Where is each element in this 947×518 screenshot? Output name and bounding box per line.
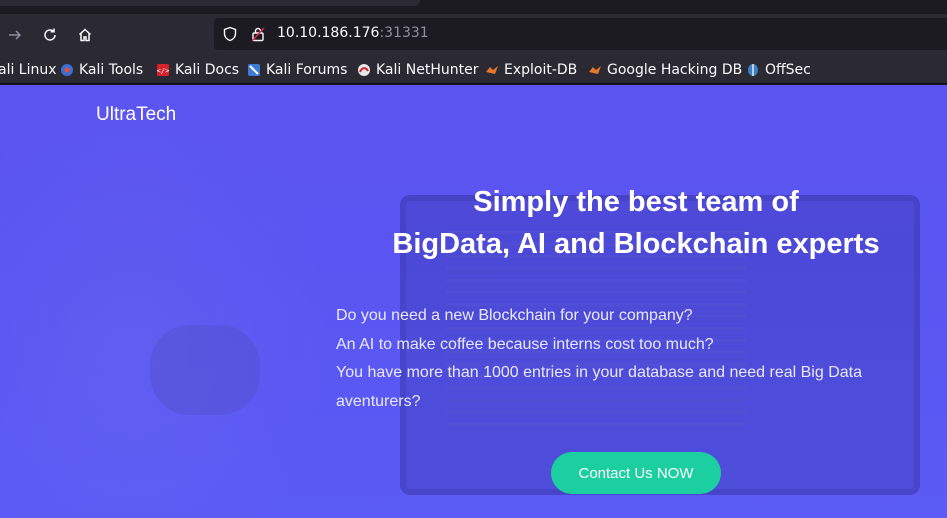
- exploit-db-icon: [486, 66, 498, 74]
- bookmark-kali-nethunter[interactable]: Kali NetHunter: [357, 60, 478, 80]
- bookmark-label: Kali Docs: [175, 62, 240, 78]
- insecure-lock-icon[interactable]: [250, 26, 266, 42]
- background-image: [0, 85, 330, 518]
- bookmark-label: Kali NetHunter: [376, 62, 479, 78]
- hero-paragraph: You have more than 1000 entries in your …: [336, 364, 862, 410]
- bookmark-label: ali Linux: [0, 62, 57, 78]
- bookmark-label: Google Hacking DB: [607, 62, 743, 78]
- reload-icon[interactable]: [37, 22, 63, 48]
- bookmark-label: Exploit-DB: [504, 62, 578, 78]
- bookmark-label: Kali Forums: [266, 62, 348, 78]
- url-text[interactable]: 10.10.186.176:31331: [277, 25, 429, 41]
- background-cup: [150, 325, 260, 415]
- headline-line-2: BigData, AI and Blockchain experts: [392, 228, 880, 260]
- active-tab[interactable]: [0, 0, 420, 6]
- headline-line-1: Simply the best team of: [473, 186, 799, 218]
- tab-strip: [0, 0, 947, 14]
- bookmark-kali-forums[interactable]: Kali Forums: [247, 60, 347, 80]
- hero-paragraph: Do you need a new Blockchain for your co…: [336, 307, 693, 324]
- kali-nethunter-icon: [358, 64, 370, 76]
- page-viewport: UltraTech Simply the best team of BigDat…: [0, 85, 947, 518]
- navigation-toolbar: 10.10.186.176:31331: [0, 14, 947, 56]
- bookmark-kali-tools[interactable]: Kali Tools: [60, 60, 143, 80]
- kali-docs-icon: </>: [157, 64, 170, 76]
- bookmark-google-hacking-db[interactable]: Google Hacking DB: [588, 60, 742, 80]
- bookmark-label: Kali Tools: [79, 62, 144, 78]
- svg-text:</>: </>: [157, 67, 170, 75]
- home-icon[interactable]: [72, 22, 98, 48]
- tracking-protection-shield-icon[interactable]: [222, 26, 238, 42]
- site-brand[interactable]: UltraTech: [96, 104, 176, 126]
- google-hacking-db-icon: [589, 66, 601, 74]
- url-host: 10.10.186.176: [277, 25, 380, 41]
- hero-copy: Do you need a new Blockchain for your co…: [336, 302, 896, 416]
- bookmark-kali-linux[interactable]: ali Linux: [0, 60, 57, 80]
- url-port: :31331: [379, 25, 429, 41]
- bookmark-exploit-db[interactable]: Exploit-DB: [485, 60, 577, 80]
- contact-us-button[interactable]: Contact Us NOW: [551, 452, 721, 494]
- bookmarks-toolbar: ali Linux Kali Tools </> Kali Docs Kali …: [0, 56, 947, 84]
- forward-arrow-icon[interactable]: [2, 22, 28, 48]
- kali-forums-icon: [248, 64, 260, 76]
- bookmark-label: OffSec: [765, 62, 811, 78]
- bookmark-kali-docs[interactable]: </> Kali Docs: [156, 60, 239, 80]
- bookmark-offsec[interactable]: OffSec: [746, 60, 811, 80]
- offsec-icon: [748, 64, 758, 76]
- address-bar[interactable]: 10.10.186.176:31331: [214, 18, 947, 50]
- kali-tools-icon: [61, 64, 73, 76]
- hero-paragraph: An AI to make coffee because interns cos…: [336, 335, 714, 353]
- hero-headline: Simply the best team of BigData, AI and …: [350, 181, 922, 265]
